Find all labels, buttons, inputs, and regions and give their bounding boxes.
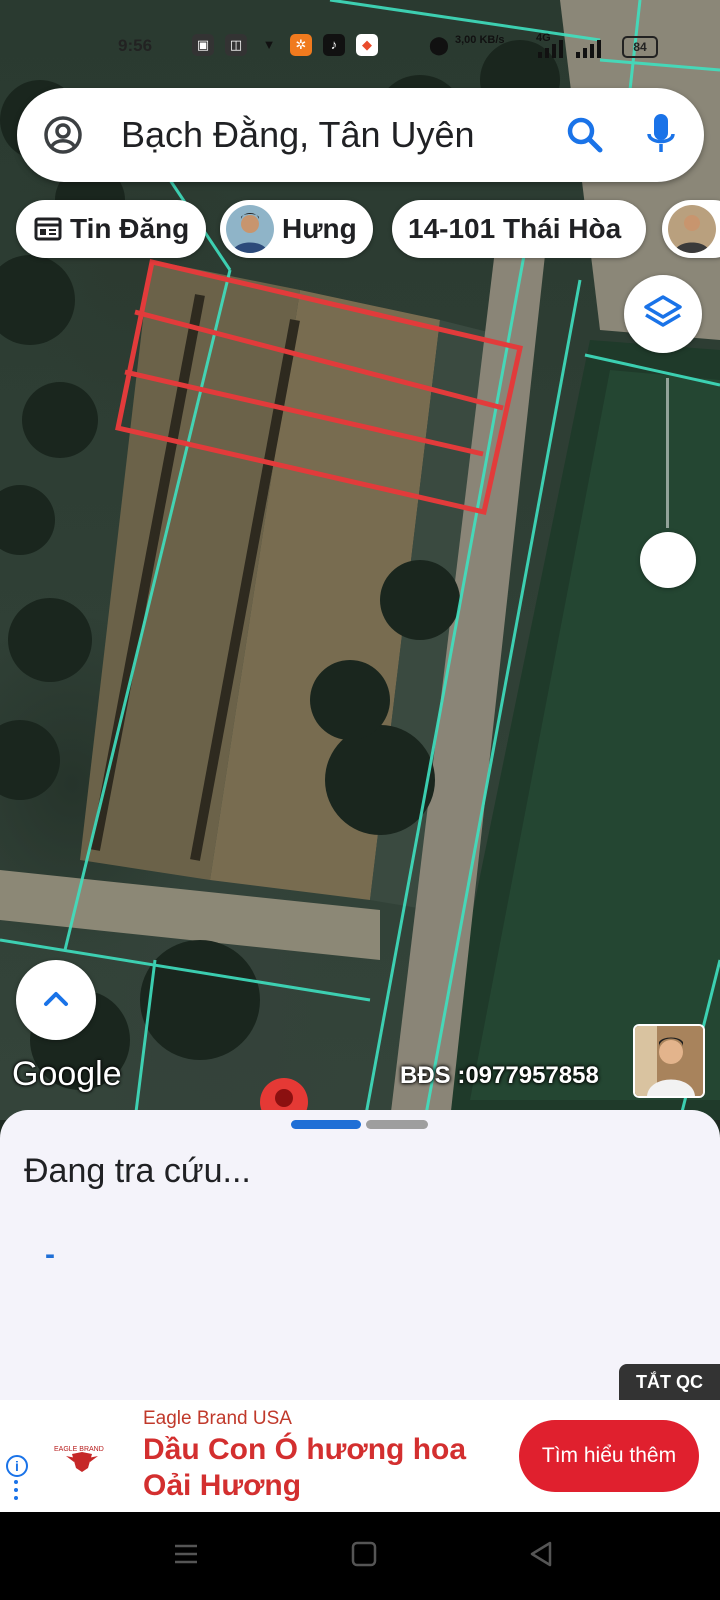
opacity-slider-handle[interactable] xyxy=(640,532,696,588)
app-icon: ✲ xyxy=(290,34,312,56)
svg-text:EAGLE BRAND: EAGLE BRAND xyxy=(54,1446,104,1453)
chip-parcel[interactable]: 14-101 Thái Hòa xyxy=(392,200,646,258)
shield-icon: ▼ xyxy=(262,37,276,52)
listing-icon xyxy=(34,217,62,241)
sheet-handle-active[interactable] xyxy=(291,1120,361,1129)
opacity-slider-track xyxy=(666,378,669,528)
account-circle-icon[interactable] xyxy=(43,115,83,155)
system-nav-bar xyxy=(0,1512,720,1600)
network-speed: 3,00 KB/s xyxy=(455,34,505,46)
close-ad-button[interactable]: TẮT QC xyxy=(619,1364,720,1400)
avatar xyxy=(226,205,274,253)
layers-button[interactable] xyxy=(624,275,702,353)
tiktok-icon: ♪ xyxy=(323,34,345,56)
mic-icon[interactable] xyxy=(645,112,677,158)
lookup-status: Đang tra cứu... xyxy=(24,1152,251,1190)
search-input[interactable]: Bạch Đằng, Tân Uyên xyxy=(121,114,475,156)
chip-label: 14-101 Thái Hòa xyxy=(408,213,622,244)
chip-tin-dang[interactable]: Tin Đăng xyxy=(16,200,206,258)
menu-icon[interactable] xyxy=(172,1540,200,1568)
eagle-brand-logo: EAGLE BRAND xyxy=(54,1446,104,1472)
home-icon[interactable] xyxy=(350,1540,378,1568)
ad-banner[interactable]: i EAGLE BRAND Eagle Brand USA Dầu Con Ó … xyxy=(0,1400,720,1512)
search-icon[interactable] xyxy=(565,115,605,155)
google-attribution: Google xyxy=(12,1055,122,1093)
info-icon[interactable]: i xyxy=(6,1455,28,1477)
chevron-up-icon xyxy=(44,992,68,1006)
game-icon: ◆ xyxy=(356,34,378,56)
app-icon: ◫ xyxy=(225,34,247,56)
bds-phone-label: BĐS :0977957858 xyxy=(400,1062,599,1089)
battery-indicator: 84 xyxy=(622,36,658,58)
ad-brand: Eagle Brand USA xyxy=(143,1408,292,1429)
ad-headline[interactable]: Dầu Con Ó hương hoa Oải Hương xyxy=(143,1432,498,1504)
learn-more-button[interactable]: Tìm hiểu thêm xyxy=(519,1420,699,1492)
status-bar: 9:56 ▣ ◫ ▼ ✲ ♪ ◆ ⬤ 3,00 KB/s 4G 84 xyxy=(0,30,720,66)
chip-hung[interactable]: Hưng xyxy=(220,200,373,258)
avatar xyxy=(668,205,716,253)
lookup-placeholder: - xyxy=(45,1238,55,1271)
expand-up-button[interactable] xyxy=(16,960,96,1040)
signal-icon xyxy=(538,40,601,58)
search-bar[interactable]: Bạch Đằng, Tân Uyên xyxy=(17,88,704,182)
layers-icon xyxy=(644,295,682,327)
location-icon: ⬤ xyxy=(428,35,450,55)
chip-label: Hưng xyxy=(282,213,357,244)
chip-avatar[interactable] xyxy=(662,200,720,258)
chip-label: Tin Đăng xyxy=(70,213,190,244)
message-icon: ▣ xyxy=(192,34,214,56)
back-icon[interactable] xyxy=(528,1540,556,1568)
more-options-icon[interactable] xyxy=(14,1480,18,1504)
agent-photo xyxy=(633,1024,705,1098)
status-time: 9:56 xyxy=(118,36,153,55)
bottom-sheet[interactable]: Đang tra cứu... - xyxy=(0,1110,720,1400)
sheet-handle[interactable] xyxy=(366,1120,428,1129)
